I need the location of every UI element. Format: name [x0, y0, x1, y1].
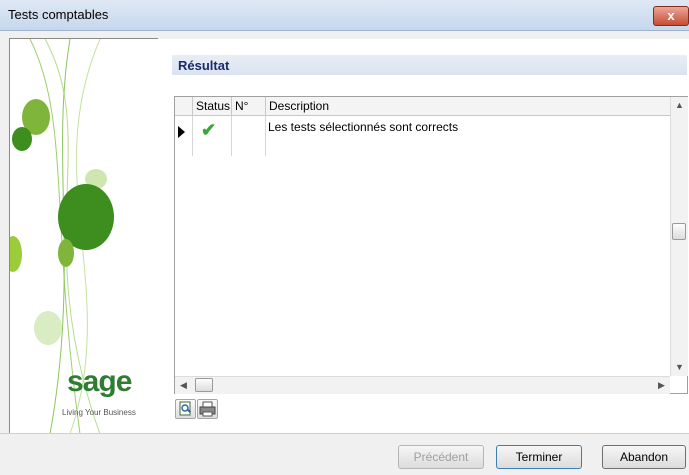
scroll-left-icon[interactable]: ◀ [175, 377, 192, 394]
print-preview-icon [179, 401, 192, 416]
grid-header: Status N° Description [175, 97, 670, 116]
branding-panel: sage Living Your Business [9, 38, 158, 435]
abort-button[interactable]: Abandon [602, 445, 686, 469]
printer-icon [199, 401, 216, 417]
title-bar: Tests comptables x [0, 0, 689, 31]
horizontal-scroll-thumb[interactable] [195, 378, 213, 392]
wizard-window: Tests comptables x sage Living Your Busi… [0, 0, 689, 475]
row-selector-header [175, 97, 193, 115]
leaf-shape [10, 236, 22, 272]
close-icon: x [667, 8, 675, 23]
finish-button[interactable]: Terminer [496, 445, 582, 469]
scroll-up-icon[interactable]: ▲ [671, 97, 688, 114]
leaf-shape [12, 127, 32, 151]
row-pointer-icon [178, 126, 185, 138]
section-title: Résultat [178, 58, 230, 73]
print-button[interactable] [197, 399, 218, 419]
scroll-right-icon[interactable]: ▶ [653, 377, 670, 394]
column-header-description[interactable]: Description [266, 97, 670, 115]
print-preview-button[interactable] [175, 399, 196, 419]
section-header: Résultat [172, 55, 687, 75]
column-header-status[interactable]: Status [193, 97, 232, 115]
close-button[interactable]: x [653, 6, 689, 26]
column-header-number[interactable]: N° [232, 97, 266, 115]
scroll-down-icon[interactable]: ▼ [671, 359, 688, 376]
leaf-shape [34, 311, 62, 345]
window-title: Tests comptables [8, 7, 109, 22]
check-icon: ✔ [201, 120, 217, 140]
row-selector[interactable] [175, 116, 193, 156]
tagline: Living Your Business [62, 408, 136, 417]
vertical-scrollbar[interactable]: ▲ ▼ [670, 97, 688, 376]
previous-button[interactable]: Précédent [398, 445, 484, 469]
leaf-shape [58, 239, 74, 267]
results-grid[interactable]: Status N° Description ✔ Les tests sélect… [174, 96, 688, 394]
content-panel: Résultat Status N° Description ✔ Les tes… [157, 39, 689, 433]
number-cell[interactable] [232, 116, 266, 156]
sage-logo: sage [67, 365, 132, 398]
table-row[interactable]: ✔ Les tests sélectionnés sont corrects [175, 116, 670, 156]
horizontal-scrollbar[interactable]: ◀ ▶ [175, 376, 670, 394]
vertical-scroll-thumb[interactable] [672, 223, 686, 240]
description-cell[interactable]: Les tests sélectionnés sont corrects [268, 120, 458, 134]
button-bar: Précédent Terminer Abandon [0, 433, 689, 475]
